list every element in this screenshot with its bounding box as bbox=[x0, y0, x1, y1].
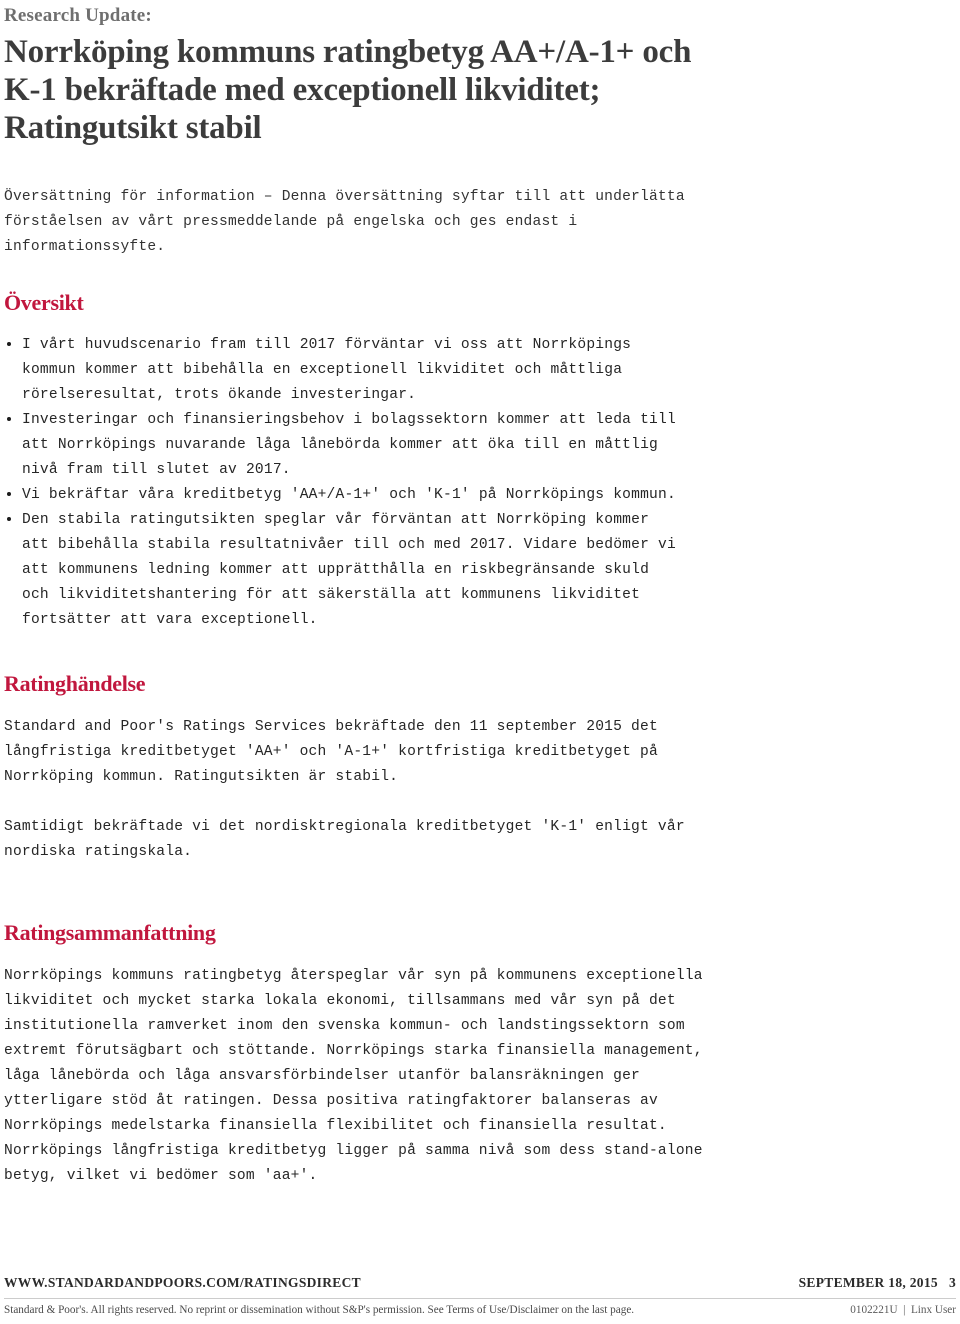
paragraph-line: institutionella ramverket inom den svens… bbox=[4, 1017, 685, 1034]
paragraph-line: nordiska ratingskala. bbox=[4, 843, 193, 860]
paragraph-line: Norrköpings långfristiga kreditbetyg lig… bbox=[4, 1142, 703, 1159]
paragraph-line: låga lånebörda och låga ansvarsförbindel… bbox=[4, 1067, 640, 1084]
paragraph-line: extremt förutsägbart och stöttande. Norr… bbox=[4, 1042, 703, 1059]
list-item-line: Den stabila ratingutsikten speglar vår f… bbox=[22, 512, 650, 529]
list-item-line: nivå fram till slutet av 2017. bbox=[22, 462, 291, 479]
page-title-line: K-1 bekräftade med exceptionell likvidit… bbox=[4, 71, 601, 108]
footer-document-id: 0102221U | Linx User bbox=[850, 1304, 956, 1316]
section-heading-rating-event: Ratinghändelse bbox=[4, 671, 146, 697]
translation-note-line: förståelsen av vårt pressmeddelande på e… bbox=[4, 213, 578, 230]
page-header: Research Update: Norrköping kommuns rati… bbox=[4, 5, 956, 147]
translation-note: Översättning för information – Denna öve… bbox=[4, 185, 956, 260]
footer-divider bbox=[4, 1298, 956, 1299]
list-item-line: och likviditetshantering för att säkerst… bbox=[22, 587, 641, 604]
paragraph-line: Samtidigt bekräftade vi det nordisktregi… bbox=[4, 818, 685, 835]
bullet-icon bbox=[7, 492, 11, 497]
page-footer: WWW.STANDARDANDPOORS.COM/RATINGSDIRECT S… bbox=[4, 1275, 956, 1316]
overview-bullet-list: I vårt huvudscenario fram till 2017 förv… bbox=[4, 333, 956, 633]
list-item-line: att Norrköpings nuvarande låga lånebörda… bbox=[22, 437, 658, 454]
kicker-label: Research Update: bbox=[4, 5, 152, 26]
rating-event-paragraph: Samtidigt bekräftade vi det nordisktregi… bbox=[4, 815, 956, 865]
page-title: Norrköping kommuns ratingbetyg AA+/A-1+ … bbox=[4, 33, 956, 147]
footer-disclaimer: Standard & Poor's. All rights reserved. … bbox=[4, 1304, 635, 1316]
paragraph-line: likviditet och mycket starka lokala ekon… bbox=[4, 992, 676, 1009]
list-item-line: I vårt huvudscenario fram till 2017 förv… bbox=[22, 337, 632, 354]
list-item: I vårt huvudscenario fram till 2017 förv… bbox=[4, 333, 956, 408]
paragraph-line: långfristiga kreditbetyget 'AA+' och 'A-… bbox=[4, 743, 658, 760]
page-title-line: Ratingutsikt stabil bbox=[4, 109, 262, 146]
list-item-line: att bibehålla stabila resultatnivåer til… bbox=[22, 537, 676, 554]
bullet-icon bbox=[7, 417, 11, 422]
translation-note-line: Översättning för information – Denna öve… bbox=[4, 188, 685, 205]
list-item-line: att kommunens ledning kommer att upprätt… bbox=[22, 562, 650, 579]
paragraph-line: betyg, vilket vi bedömer som 'aa+'. bbox=[4, 1167, 318, 1184]
paragraph-line: ytterligare stöd åt ratingen. Dessa posi… bbox=[4, 1092, 658, 1109]
footer-bottom-row: Standard & Poor's. All rights reserved. … bbox=[4, 1304, 956, 1316]
paragraph-line: Norrköpings medelstarka finansiella flex… bbox=[4, 1117, 667, 1134]
page-title-line: Norrköping kommuns ratingbetyg AA+/A-1+ … bbox=[4, 33, 692, 70]
translation-note-line: informationssyfte. bbox=[4, 238, 166, 255]
bullet-icon bbox=[7, 342, 11, 347]
section-heading-overview: Översikt bbox=[4, 289, 84, 315]
footer-date-page: SEPTEMBER 18, 2015 3 bbox=[798, 1275, 956, 1290]
paragraph-line: Norrköping kommun. Ratingutsikten är sta… bbox=[4, 768, 399, 785]
section-heading-rating-summary: Ratingsammanfattning bbox=[4, 919, 216, 945]
list-item: Investeringar och finansieringsbehov i b… bbox=[4, 408, 956, 483]
footer-site-url[interactable]: WWW.STANDARDANDPOORS.COM/RATINGSDIRECT bbox=[4, 1275, 361, 1291]
list-item-line: fortsätter att vara exceptionell. bbox=[22, 612, 318, 629]
list-item-line: kommun kommer att bibehålla en exception… bbox=[22, 362, 623, 379]
list-item-line: Investeringar och finansieringsbehov i b… bbox=[22, 412, 676, 429]
rating-event-paragraph: Standard and Poor's Ratings Services bek… bbox=[4, 715, 956, 790]
bullet-icon bbox=[7, 517, 11, 522]
list-item: Vi bekräftar våra kreditbetyg 'AA+/A-1+'… bbox=[4, 483, 956, 508]
footer-top-row: WWW.STANDARDANDPOORS.COM/RATINGSDIRECT S… bbox=[4, 1275, 956, 1296]
paragraph-line: Norrköpings kommuns ratingbetyg återspeg… bbox=[4, 967, 703, 984]
paragraph-line: Standard and Poor's Ratings Services bek… bbox=[4, 718, 658, 735]
list-item-line: Vi bekräftar våra kreditbetyg 'AA+/A-1+'… bbox=[22, 487, 676, 504]
list-item: Den stabila ratingutsikten speglar vår f… bbox=[4, 508, 956, 633]
rating-summary-paragraph: Norrköpings kommuns ratingbetyg återspeg… bbox=[4, 964, 956, 1189]
list-item-line: rörelseresultat, trots ökande investerin… bbox=[22, 387, 417, 404]
document-page: Research Update: Norrköping kommuns rati… bbox=[0, 0, 960, 1324]
